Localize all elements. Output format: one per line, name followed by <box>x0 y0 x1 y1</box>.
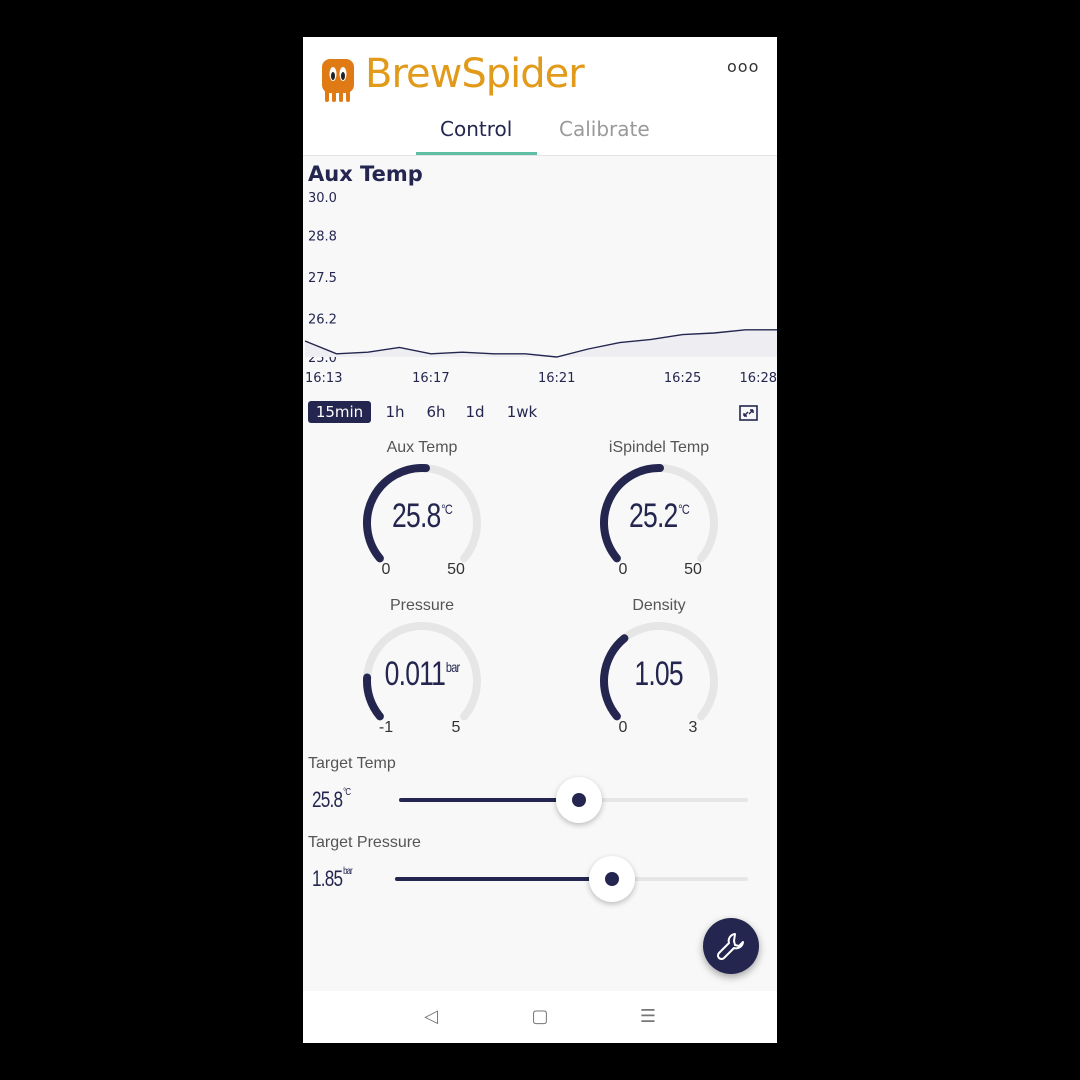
range-1wk-button[interactable]: 1wk <box>503 401 541 423</box>
target-temp-label: Target Temp <box>308 755 396 772</box>
slider-fill <box>399 798 580 802</box>
expand-icon[interactable] <box>739 405 758 421</box>
x-tick-label: 16:13 <box>305 371 342 386</box>
gauge-value: 25.8°C <box>392 497 453 535</box>
range-15min-button[interactable]: 15min <box>308 401 371 423</box>
y-tick-label: 26.2 <box>308 313 337 328</box>
gauge-value: 1.05 <box>634 655 683 693</box>
app-screen: BrewSpider ooo Control Calibrate Aux Tem… <box>303 37 777 1043</box>
target-pressure-value: 1.85bar <box>312 866 353 891</box>
gauge-min: 0 <box>381 561 391 578</box>
gauge-ispindel-temp: iSpindel Temp 25.2°C 0 50 <box>559 439 759 599</box>
x-tick-label: 16:17 <box>412 371 449 386</box>
settings-fab-button[interactable] <box>703 918 759 974</box>
app-logo-text: BrewSpider <box>365 51 585 97</box>
target-pressure-slider[interactable] <box>395 856 748 902</box>
gauge-label: Density <box>632 597 686 614</box>
aux-temp-chart[interactable]: 30.028.827.526.225.016:13 16:17 16:21 16:25… <box>303 187 777 387</box>
active-tab-indicator <box>416 152 537 155</box>
range-1d-button[interactable]: 1d <box>461 401 489 423</box>
app-header: BrewSpider ooo Control Calibrate <box>303 37 777 156</box>
home-icon[interactable]: ▢ <box>528 1005 552 1029</box>
gauge-min: -1 <box>378 719 394 736</box>
slider-thumb[interactable] <box>556 777 603 823</box>
gauge-value: 25.2°C <box>629 497 690 535</box>
slider-thumb[interactable] <box>589 856 636 902</box>
target-temp-slider[interactable] <box>399 777 748 823</box>
gauge-min: 0 <box>618 719 628 736</box>
more-options-button[interactable]: ooo <box>727 57 759 76</box>
gauge-label: Pressure <box>389 597 455 614</box>
gauge-aux-temp: Aux Temp 25.8°C 0 50 <box>322 439 522 599</box>
gauge-density: Density 1.05 0 3 <box>559 597 759 757</box>
recents-icon[interactable]: ☰ <box>636 1005 660 1029</box>
range-1h-button[interactable]: 1h <box>380 401 410 423</box>
gauge-max: 50 <box>684 561 702 578</box>
gauge-max: 50 <box>447 561 465 578</box>
target-temp-value: 25.8°C <box>312 787 351 812</box>
gauge-pressure: Pressure 0.011bar -1 5 <box>322 597 522 757</box>
x-tick-label: 16:25 <box>664 371 701 386</box>
system-navbar: ◁ ▢ ☰ <box>303 991 777 1043</box>
y-tick-label: 27.5 <box>308 271 337 286</box>
gauge-max: 3 <box>688 719 698 736</box>
gauge-label: Aux Temp <box>386 439 458 456</box>
tab-control[interactable]: Control <box>440 117 512 141</box>
target-pressure-label: Target Pressure <box>308 834 421 851</box>
gauge-max: 5 <box>451 719 461 736</box>
gauge-value: 0.011bar <box>384 655 461 693</box>
back-icon[interactable]: ◁ <box>419 1005 443 1029</box>
chart-title: Aux Temp <box>308 162 423 186</box>
gauge-label: iSpindel Temp <box>608 439 710 456</box>
y-tick-label: 30.0 <box>308 191 337 206</box>
tab-calibrate[interactable]: Calibrate <box>559 117 650 141</box>
x-tick-label: 16:28 <box>740 371 777 386</box>
range-6h-button[interactable]: 6h <box>421 401 451 423</box>
slider-fill <box>395 877 613 881</box>
gauge-min: 0 <box>618 561 628 578</box>
spider-logo-icon <box>322 59 354 102</box>
wrench-icon <box>716 933 744 961</box>
y-tick-label: 28.8 <box>308 229 337 244</box>
x-tick-label: 16:21 <box>538 371 575 386</box>
